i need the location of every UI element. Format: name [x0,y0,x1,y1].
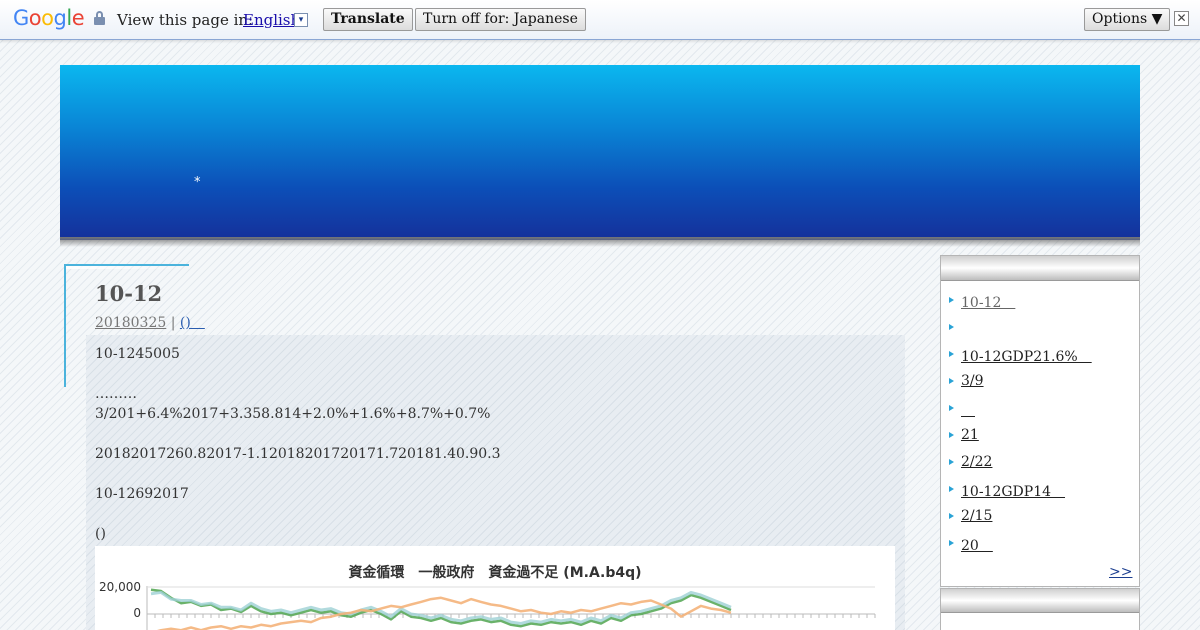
language-dropdown-icon[interactable]: ▾ [294,13,308,27]
post-paragraph: 10-12692017 [95,486,189,502]
post-paragraph: 10-1245005 [95,346,180,362]
bullet-icon [949,351,954,357]
lock-icon [94,11,105,25]
post-paragraph: 3/201+6.4%2017+3.358.814+2.0%+1.6%+8.7%+… [95,406,491,422]
sidebar-header [941,589,1139,613]
bullet-icon [949,297,954,303]
bullet-icon [949,324,954,330]
sidebar-item-link[interactable]: 10-12GDP21.6% [961,346,1092,366]
translate-button[interactable]: Translate [323,8,413,31]
sidebar-header [941,256,1139,281]
post-meta: 20180325 | () [95,312,205,332]
sidebar-item-link[interactable]: 3/9 [961,373,984,389]
view-page-label: View this page in: [117,11,254,29]
sidebar-item-link[interactable]: 2/15 [961,508,992,524]
bullet-icon [949,378,954,384]
bullet-icon [949,486,954,492]
options-button[interactable]: Options ▼ [1084,8,1171,31]
bullet-icon [949,540,954,546]
sidebar-second-box [940,588,1140,630]
turn-off-button[interactable]: Turn off for: Japanese [415,8,586,31]
post-paragraph: ……… [95,386,137,402]
header-star: * [194,175,201,190]
corner-fade [66,266,189,269]
more-link[interactable]: >> [1109,564,1132,580]
chart: 資金循環 一般政府 資金過不足 (M.A.b4q) 20,000 0 [95,546,895,630]
bullet-icon [949,513,954,519]
bullet-icon [949,405,954,411]
sidebar-item-link[interactable]: 2/22 [961,454,992,470]
sidebar-recent-posts: 10-12 10-12GDP21.6% 3/9 21 2/22 10-12GDP14… [940,255,1140,587]
post-date-link[interactable]: 20180325 [95,315,166,331]
sidebar-item-link[interactable]: 10-12GDP14 [961,481,1065,501]
close-icon[interactable]: ✕ [1174,11,1189,26]
bullet-icon [949,432,954,438]
translate-bar: Google View this page in: English ▾ Tran… [0,0,1200,40]
post-title: 10-12 [95,281,163,306]
banner-shadow [60,237,1140,247]
header-banner [60,65,1140,240]
bullet-icon [949,459,954,465]
post-category-link[interactable]: () [180,315,205,331]
meta-separator: | [170,315,176,331]
sidebar-item-link[interactable]: 20 [961,535,993,555]
post-paragraph: () [95,526,106,542]
google-logo: Google [13,6,85,30]
sidebar-item-link[interactable] [961,400,975,420]
chart-plot [146,586,876,630]
post-paragraph: 20182017260.82017-1.12018201720171.72018… [95,446,501,462]
sidebar-item-link[interactable]: 21 [961,427,979,443]
sidebar-item-link[interactable]: 10-12 [961,292,1015,312]
language-link[interactable]: English [243,11,300,29]
